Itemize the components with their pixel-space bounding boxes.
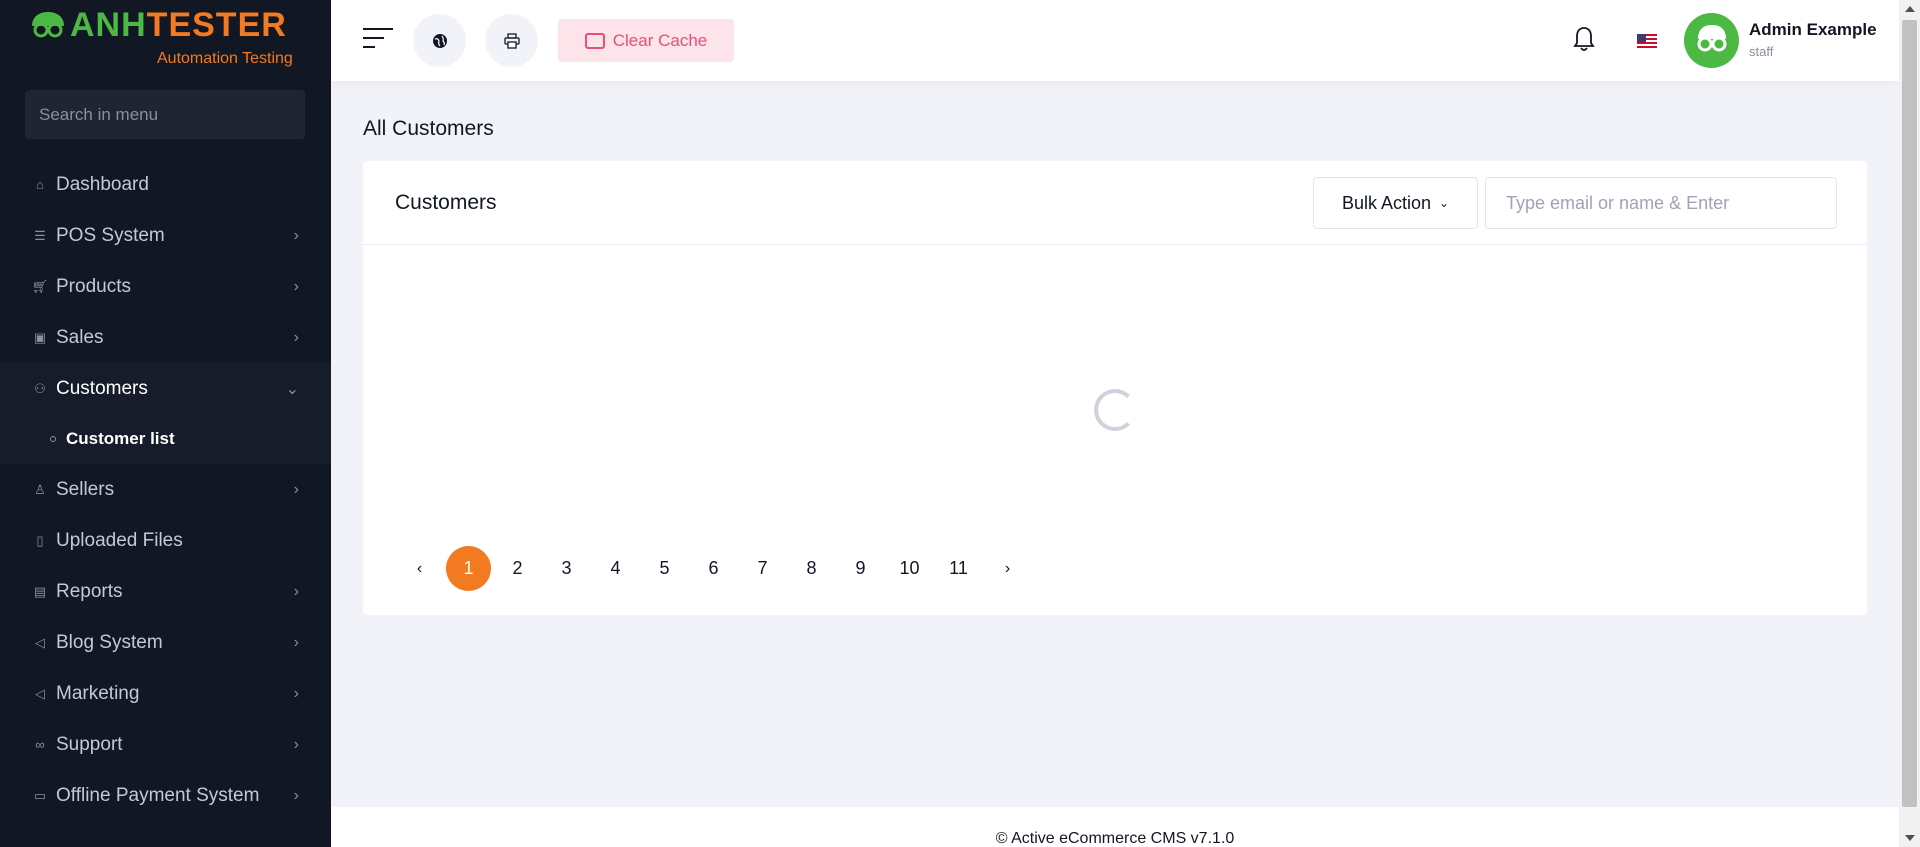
- pagination-next-button[interactable]: ›: [983, 546, 1032, 591]
- chevron-right-icon: ›: [293, 328, 299, 346]
- bell-icon[interactable]: [1573, 26, 1595, 52]
- customer-search-input[interactable]: [1485, 177, 1837, 229]
- avatar-glasses-icon: [1697, 25, 1727, 52]
- sidebar-item-label: Reports: [56, 580, 123, 602]
- money-icon: ▣: [33, 329, 47, 345]
- chevron-right-icon: ›: [293, 226, 299, 244]
- pagination-page-4[interactable]: 4: [591, 546, 640, 591]
- scroll-down-arrow-icon[interactable]: [1905, 835, 1915, 841]
- bulk-action-label: Bulk Action: [1341, 192, 1431, 213]
- logo-subtitle: Automation Testing: [157, 50, 293, 67]
- pagination-page-1[interactable]: 1: [446, 546, 491, 591]
- logo-text: ANHTESTER: [70, 6, 287, 44]
- folder-icon: ▯: [36, 532, 44, 548]
- chevron-right-icon: ›: [293, 684, 299, 702]
- scroll-thumb[interactable]: [1902, 20, 1917, 807]
- hamburger-menu-icon[interactable]: [363, 28, 393, 52]
- page-title: All Customers: [363, 117, 494, 140]
- sidebar-item-label: Marketing: [56, 682, 140, 704]
- customers-card: Customers Bulk Action ⌄ ‹ 1 2 3 4 5 6 7 …: [363, 161, 1867, 615]
- link-icon: ∞: [35, 737, 45, 752]
- globe-button[interactable]: [413, 14, 466, 67]
- sidebar: ANHTESTER Automation Testing ⌂ Dashboard…: [0, 0, 331, 847]
- chevron-down-icon: ⌄: [285, 380, 299, 398]
- pagination-page-3[interactable]: 3: [542, 546, 591, 591]
- chevron-right-icon: ›: [293, 633, 299, 651]
- avatar[interactable]: [1684, 13, 1739, 68]
- cart-icon: 🛒︎: [31, 278, 49, 294]
- sidebar-item-sellers[interactable]: ♙ Sellers ›: [0, 464, 331, 515]
- chevron-right-icon: ›: [293, 735, 299, 753]
- clear-cache-button[interactable]: Clear Cache: [558, 19, 734, 62]
- sidebar-item-support[interactable]: ∞ Support ›: [0, 719, 331, 770]
- sidebar-item-label: Offline Payment System: [56, 784, 260, 806]
- list-icon: ☰: [34, 227, 46, 243]
- pagination-page-10[interactable]: 10: [885, 546, 934, 591]
- sidebar-subitem-customer-list[interactable]: Customer list: [0, 414, 331, 464]
- user-name[interactable]: Admin Example: [1749, 20, 1877, 40]
- printer-icon: [503, 32, 520, 49]
- pagination-page-11[interactable]: 11: [934, 546, 983, 591]
- topbar: Clear Cache Admin Example staff: [331, 0, 1899, 81]
- sidebar-item-label: POS System: [56, 224, 165, 246]
- chevron-right-icon: ›: [293, 277, 299, 295]
- megaphone-icon: ◁: [35, 685, 45, 701]
- file-icon: ▤: [33, 583, 47, 599]
- sidebar-search-input[interactable]: [25, 90, 305, 139]
- sidebar-menu: ⌂ Dashboard ☰ POS System › 🛒︎ Products ›…: [0, 159, 331, 821]
- hdd-icon: [584, 32, 605, 49]
- user-icon: ♙: [34, 481, 46, 497]
- sidebar-item-reports[interactable]: ▤ Reports ›: [0, 566, 331, 617]
- megaphone-icon: ◁: [35, 634, 45, 650]
- home-icon: ⌂: [36, 177, 44, 192]
- sidebar-item-label: Sellers: [56, 478, 115, 500]
- pagination-page-5[interactable]: 5: [640, 546, 689, 591]
- user-role: staff: [1749, 44, 1774, 59]
- bullet-icon: [50, 436, 56, 442]
- logo-glasses-icon: [32, 12, 64, 38]
- sidebar-item-label: Support: [56, 733, 123, 755]
- sidebar-item-products[interactable]: 🛒︎ Products ›: [0, 261, 331, 312]
- cash-icon: ▭: [33, 787, 47, 803]
- sidebar-item-label: Uploaded Files: [56, 529, 183, 551]
- sidebar-subitem-label: Customer list: [66, 429, 175, 448]
- footer: © Active eCommerce CMS v7.1.0: [331, 807, 1899, 847]
- sidebar-item-customers[interactable]: ⚇ Customers ⌄: [0, 363, 331, 414]
- sidebar-item-offline-payment-system[interactable]: ▭ Offline Payment System ›: [0, 770, 331, 821]
- sidebar-item-blog-system[interactable]: ◁ Blog System ›: [0, 617, 331, 668]
- scroll-up-arrow-icon[interactable]: [1905, 6, 1915, 12]
- chevron-right-icon: ›: [293, 582, 299, 600]
- clear-cache-label: Clear Cache: [612, 30, 708, 50]
- pagination-page-6[interactable]: 6: [689, 546, 738, 591]
- sidebar-item-label: Customers: [56, 377, 148, 399]
- sidebar-item-label: Products: [56, 275, 131, 297]
- print-button[interactable]: [485, 14, 538, 67]
- pagination: ‹ 1 2 3 4 5 6 7 8 9 10 11 ›: [395, 546, 1032, 591]
- chevron-right-icon: ›: [293, 786, 299, 804]
- loading-spinner-icon: [1094, 389, 1136, 431]
- pagination-page-8[interactable]: 8: [787, 546, 836, 591]
- sidebar-item-uploaded-files[interactable]: ▯ Uploaded Files: [0, 515, 331, 566]
- users-icon: ⚇: [34, 380, 46, 396]
- globe-icon: [432, 33, 447, 48]
- sidebar-item-label: Blog System: [56, 631, 163, 653]
- bulk-action-dropdown[interactable]: Bulk Action ⌄: [1313, 177, 1478, 229]
- pagination-page-7[interactable]: 7: [738, 546, 787, 591]
- page-scrollbar[interactable]: [1899, 0, 1920, 847]
- pagination-page-9[interactable]: 9: [836, 546, 885, 591]
- sidebar-item-label: Dashboard: [56, 173, 149, 195]
- pagination-page-2[interactable]: 2: [493, 546, 542, 591]
- sidebar-item-pos-system[interactable]: ☰ POS System ›: [0, 210, 331, 261]
- logo[interactable]: ANHTESTER Automation Testing: [0, 0, 331, 72]
- sidebar-item-dashboard[interactable]: ⌂ Dashboard: [0, 159, 331, 210]
- sidebar-item-sales[interactable]: ▣ Sales ›: [0, 312, 331, 363]
- card-header: Customers Bulk Action ⌄: [363, 161, 1867, 245]
- chevron-right-icon: ›: [293, 480, 299, 498]
- card-title: Customers: [395, 191, 497, 214]
- sidebar-item-marketing[interactable]: ◁ Marketing ›: [0, 668, 331, 719]
- pagination-prev-button[interactable]: ‹: [395, 546, 444, 591]
- chevron-down-icon: ⌄: [1439, 196, 1450, 210]
- sidebar-item-label: Sales: [56, 326, 104, 348]
- us-flag-icon[interactable]: [1637, 34, 1657, 48]
